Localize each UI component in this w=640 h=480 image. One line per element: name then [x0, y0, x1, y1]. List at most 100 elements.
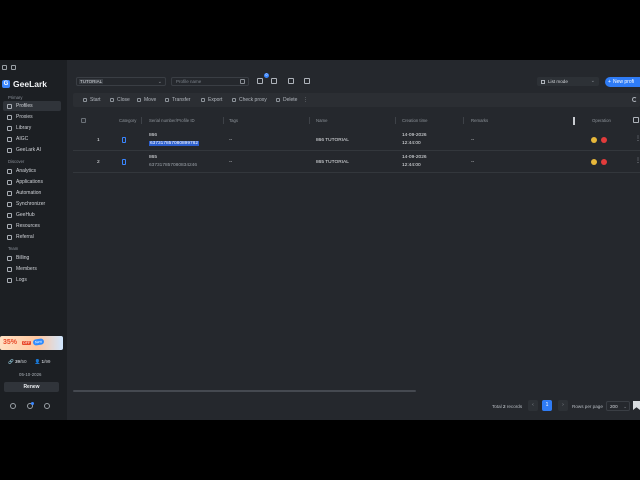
- transfer-button[interactable]: Transfer: [165, 93, 190, 107]
- sidebar-item-billing[interactable]: Billing: [3, 253, 61, 263]
- geehub-icon: [7, 212, 12, 218]
- move-button[interactable]: Move: [137, 93, 156, 107]
- profile-id[interactable]: 637317857080899782: [149, 141, 200, 146]
- export-icon: [201, 98, 205, 102]
- automation-icon: [7, 190, 12, 196]
- page-button[interactable]: 1: [542, 400, 552, 411]
- row-more-icon[interactable]: ⋮: [635, 157, 640, 164]
- crown-icon[interactable]: [591, 137, 597, 143]
- header-separator: [463, 117, 464, 124]
- logo-text: GeeLark: [13, 79, 48, 89]
- group-select[interactable]: TUTORIAL ⌄: [76, 77, 166, 86]
- sidebar-item-synchronizer[interactable]: Synchronizer: [3, 199, 61, 209]
- column-settings-icon[interactable]: [633, 117, 639, 123]
- logo-icon: G: [2, 80, 10, 88]
- row-index: 2: [97, 160, 100, 165]
- support-icon[interactable]: [10, 403, 16, 409]
- renew-button[interactable]: Renew: [4, 382, 59, 392]
- promo-banner[interactable]: 35% OFF New: [0, 336, 63, 350]
- sidebar-item-analytics[interactable]: Analytics: [3, 166, 61, 176]
- remarks-cell: --: [471, 160, 475, 165]
- prev-page-button[interactable]: ‹: [528, 400, 538, 411]
- new-profile-button[interactable]: New profi: [605, 77, 640, 87]
- notification-icon[interactable]: [27, 402, 34, 409]
- close-button[interactable]: Close: [110, 93, 130, 107]
- sort-icon[interactable]: [257, 78, 263, 84]
- count-badge: 0: [264, 73, 269, 78]
- sidebar-item-referral[interactable]: Referral: [3, 232, 61, 242]
- check-proxy-icon: [232, 98, 236, 102]
- header-name: Name: [316, 118, 328, 123]
- table-row[interactable]: 1 866 637317857080899782 -- 866 TUTORIAL…: [73, 130, 640, 151]
- start-button[interactable]: Start: [83, 93, 101, 107]
- serial-number: 865: [149, 155, 158, 160]
- section-title-team: Team: [8, 246, 19, 251]
- section-title-discover: Discover: [8, 159, 25, 164]
- horizontal-scrollbar[interactable]: [73, 390, 416, 392]
- chevron-down-icon: ⌄: [157, 79, 162, 85]
- select-all-checkbox[interactable]: [81, 118, 86, 123]
- action-bar: Start Close Move Transfer Export Check p…: [73, 93, 640, 107]
- view-mode-select[interactable]: List mode ⌄: [537, 77, 599, 86]
- sidebar-toggle-icon[interactable]: [2, 65, 7, 70]
- sidebar-item-geelark-ai[interactable]: GeeLark AI: [3, 145, 61, 155]
- refresh-icon[interactable]: [632, 97, 637, 102]
- sidebar-item-resources[interactable]: Resources: [3, 221, 61, 231]
- header-serial: Serial number/Profile ID: [149, 118, 195, 123]
- chevron-down-icon: ⌄: [590, 78, 595, 84]
- chevron-down-icon: ⌄: [623, 404, 627, 409]
- search-input[interactable]: Profile name: [171, 77, 249, 86]
- check-proxy-button[interactable]: Check proxy: [232, 93, 267, 107]
- library-icon: [7, 125, 12, 131]
- layout-icon[interactable]: [304, 78, 310, 84]
- sidebar-footer: [10, 402, 50, 409]
- sidebar-item-automation[interactable]: Automation: [3, 188, 61, 198]
- top-toolbar: TUTORIAL⌄ Profile name 0 List mode⌄ New …: [67, 73, 640, 89]
- applications-icon: [7, 179, 12, 185]
- row-more-icon[interactable]: ⋮: [635, 135, 640, 142]
- settings-icon[interactable]: [44, 403, 50, 409]
- table-header: Category Serial number/Profile ID Tags N…: [73, 115, 640, 126]
- sidebar-item-geehub[interactable]: GeeHub: [3, 210, 61, 220]
- header-separator: [223, 117, 224, 124]
- column-resize-handle[interactable]: [573, 117, 575, 125]
- sidebar-item-profiles[interactable]: Profiles: [3, 101, 61, 111]
- serial-number: 866: [149, 133, 158, 138]
- promo-discount: 35%: [3, 339, 18, 346]
- tag-icon[interactable]: [288, 78, 294, 84]
- stop-icon[interactable]: [601, 137, 607, 143]
- sidebar-item-logs[interactable]: Logs: [3, 275, 61, 285]
- profile-name[interactable]: 865 TUTORIAL: [316, 160, 349, 165]
- expand-icon[interactable]: [11, 65, 16, 70]
- main-content: TUTORIAL⌄ Profile name 0 List mode⌄ New …: [67, 60, 640, 420]
- search-filter-icon[interactable]: [240, 79, 245, 84]
- synchronizer-icon: [7, 201, 12, 207]
- profiles-icon: [7, 103, 12, 109]
- header-separator: [141, 117, 142, 124]
- logs-icon: [7, 277, 12, 283]
- sidebar-item-aigc[interactable]: AIGC: [3, 134, 61, 144]
- sidebar-item-library[interactable]: Library: [3, 123, 61, 133]
- profile-id[interactable]: 637317857080834246: [149, 163, 197, 168]
- move-icon: [137, 98, 141, 102]
- next-page-button[interactable]: ›: [558, 400, 568, 411]
- sidebar-item-members[interactable]: Members: [3, 264, 61, 274]
- header-remarks: Remarks: [471, 118, 489, 123]
- stop-icon[interactable]: [601, 159, 607, 165]
- sidebar-item-proxies[interactable]: Proxies: [3, 112, 61, 122]
- delete-button[interactable]: Delete: [276, 93, 297, 107]
- remarks-cell: --: [471, 138, 475, 143]
- aigc-icon: [7, 136, 12, 142]
- crown-icon[interactable]: [591, 159, 597, 165]
- row-index: 1: [97, 138, 100, 143]
- more-actions-button[interactable]: ⋮: [303, 93, 308, 107]
- table-row[interactable]: 2 865 637317857080834246 -- 865 TUTORIAL…: [73, 152, 640, 173]
- expire-date: 05-10-2026: [19, 372, 42, 377]
- section-title-primary: Primary: [8, 95, 23, 100]
- export-button[interactable]: Export: [201, 93, 222, 107]
- sidebar-item-applications[interactable]: Applications: [3, 177, 61, 187]
- close-icon: [110, 98, 114, 102]
- bag-icon[interactable]: [271, 78, 277, 84]
- profile-name[interactable]: 866 TUTORIAL: [316, 138, 349, 143]
- rows-per-page-select[interactable]: 200 ⌄: [606, 401, 630, 411]
